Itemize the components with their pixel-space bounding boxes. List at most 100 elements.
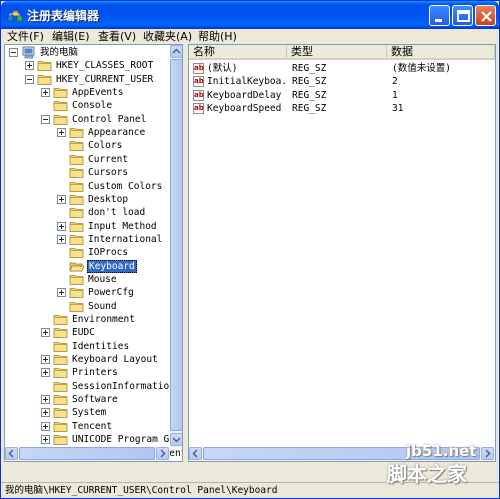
tree-item[interactable]: SessionInformation <box>5 380 175 393</box>
value-name: KeyboardSpeed <box>207 102 282 114</box>
list-scroll-left-button[interactable] <box>189 447 202 460</box>
registry-tree[interactable]: 我的电脑 HKEY_CLASSES_ROOT HKEY_CURRENT_USER Ap… <box>4 44 183 462</box>
column-header-type[interactable]: 类型 <box>287 45 387 60</box>
tree-item[interactable]: Input Method <box>5 220 170 233</box>
expand-icon[interactable] <box>25 61 34 71</box>
menu-file[interactable]: 文件(F) <box>7 29 44 44</box>
tree-item[interactable]: Current <box>5 153 170 166</box>
tree-item[interactable]: Keyboard Layout <box>5 353 170 366</box>
expand-icon[interactable] <box>41 421 50 431</box>
tree-item[interactable]: Appearance <box>5 126 170 139</box>
tree-item[interactable]: Printers <box>5 366 170 379</box>
scroll-left-button[interactable] <box>5 447 18 460</box>
close-button[interactable] <box>475 5 496 26</box>
tree-item[interactable]: Mouse <box>5 273 170 286</box>
expand-icon[interactable] <box>41 395 50 405</box>
list-horizontal-scrollbar[interactable] <box>189 447 495 461</box>
folder-icon <box>53 353 69 366</box>
maximize-button[interactable] <box>452 5 473 26</box>
expand-icon[interactable] <box>57 128 66 138</box>
folder-icon <box>69 153 85 166</box>
folder-icon <box>69 233 85 246</box>
column-header-name[interactable]: 名称 <box>189 45 287 60</box>
tree-item[interactable]: Control Panel <box>5 113 170 126</box>
value-type: REG_SZ <box>292 63 327 74</box>
registry-editor-window: 注册表编辑器 文件(F) 编辑(E) 查看(V) 收藏夹(A) 帮助(H) 我的… <box>0 0 500 499</box>
tree-item[interactable]: UNICODE Program Grou <box>5 433 182 446</box>
expand-icon[interactable] <box>57 234 66 244</box>
value-name: InitialKeyboa... <box>207 76 287 88</box>
value-row[interactable]: ab KeyboardDelay REG_SZ 1 <box>189 89 495 102</box>
arrow-left-icon <box>8 449 14 458</box>
tree-item[interactable]: Environment <box>5 313 170 326</box>
expand-icon[interactable] <box>57 221 66 231</box>
tree-item-label: 我的电脑 <box>40 47 79 58</box>
expand-icon[interactable] <box>41 408 50 418</box>
expand-icon[interactable] <box>57 288 66 298</box>
tree-item[interactable]: HKEY_CLASSES_ROOT <box>5 59 170 72</box>
arrow-down-icon <box>172 437 181 443</box>
tree-item-label: International <box>88 233 163 245</box>
scroll-right-button[interactable] <box>156 447 169 460</box>
string-value-icon: ab <box>193 102 204 114</box>
tree-item[interactable]: Desktop <box>5 193 170 206</box>
tree-scroll-thumb[interactable] <box>170 59 182 431</box>
menu-favorites[interactable]: 收藏夹(A) <box>143 29 192 44</box>
folder-icon <box>53 393 69 406</box>
column-header-data[interactable]: 数据 <box>387 45 495 60</box>
maximize-icon <box>457 10 470 22</box>
tree-item[interactable]: Software <box>5 393 170 406</box>
tree-item[interactable]: Cursors <box>5 166 170 179</box>
tree-horizontal-scrollbar[interactable] <box>5 447 170 461</box>
close-icon <box>481 11 492 22</box>
tree-item[interactable]: PowerCfg <box>5 286 170 299</box>
scroll-down-button[interactable] <box>170 433 182 446</box>
tree-item[interactable]: AppEvents <box>5 86 170 99</box>
expand-icon[interactable] <box>41 368 50 378</box>
menu-help[interactable]: 帮助(H) <box>198 29 237 44</box>
menu-edit[interactable]: 编辑(E) <box>52 29 90 44</box>
value-row[interactable]: abInitialKeyboa... REG_SZ 2 <box>189 75 495 88</box>
collapse-icon[interactable] <box>41 114 50 124</box>
tree-item[interactable]: 我的电脑 <box>5 46 170 59</box>
scroll-up-button[interactable] <box>170 45 182 58</box>
expand-icon[interactable] <box>41 328 50 338</box>
tree-item[interactable]: HKEY_CURRENT_USER <box>5 73 170 86</box>
tree-item[interactable]: System <box>5 406 170 419</box>
value-row[interactable]: ab KeyboardSpeed REG_SZ 31 <box>189 102 495 115</box>
tree-item[interactable]: don't load <box>5 206 170 219</box>
folder-icon <box>69 126 85 139</box>
tree-item[interactable]: EUDC <box>5 326 170 339</box>
menu-view[interactable]: 查看(V) <box>98 29 136 44</box>
tree-item[interactable]: Tencent <box>5 420 170 433</box>
tree-item-label: Software <box>72 394 118 406</box>
collapse-icon[interactable] <box>9 48 18 57</box>
expand-icon[interactable] <box>41 435 50 445</box>
value-list[interactable]: 名称 类型 数据 ab (默认) REG_SZ (数值未设置) ab InitialKey… <box>188 44 496 462</box>
expand-icon[interactable] <box>41 88 50 98</box>
minimize-button[interactable] <box>429 5 450 26</box>
expand-icon[interactable] <box>57 194 66 204</box>
title-bar[interactable]: 注册表编辑器 <box>1 1 499 29</box>
menu-bar: 文件(F) 编辑(E) 查看(V) 收藏夹(A) 帮助(H) <box>1 29 499 44</box>
value-name: (默认) <box>207 63 238 74</box>
tree-item[interactable]: Colors <box>5 139 170 152</box>
folder-icon <box>53 86 69 99</box>
tree-item[interactable]: Identities <box>5 340 170 353</box>
collapse-icon[interactable] <box>25 74 34 84</box>
tree-hscroll-thumb[interactable] <box>19 447 155 460</box>
tree-item-label: Custom Colors <box>88 180 163 192</box>
tree-item[interactable]: International <box>5 233 170 246</box>
tree-vertical-scrollbar[interactable] <box>170 45 182 447</box>
tree-item[interactable]: Console <box>5 99 170 112</box>
list-hscroll-thumb[interactable] <box>203 447 480 460</box>
value-row[interactable]: ab (默认) REG_SZ (数值未设置) <box>189 62 495 75</box>
tree-item[interactable]: IOProcs <box>5 246 170 259</box>
tree-item[interactable]: Custom Colors <box>5 180 170 193</box>
tree-item-label: Mouse <box>88 273 117 285</box>
expand-icon[interactable] <box>41 355 50 365</box>
tree-item[interactable]: Keyboard <box>5 259 170 273</box>
tree-item[interactable]: Sound <box>5 300 170 313</box>
list-scroll-right-button[interactable] <box>481 447 494 460</box>
minimize-icon <box>435 19 442 22</box>
